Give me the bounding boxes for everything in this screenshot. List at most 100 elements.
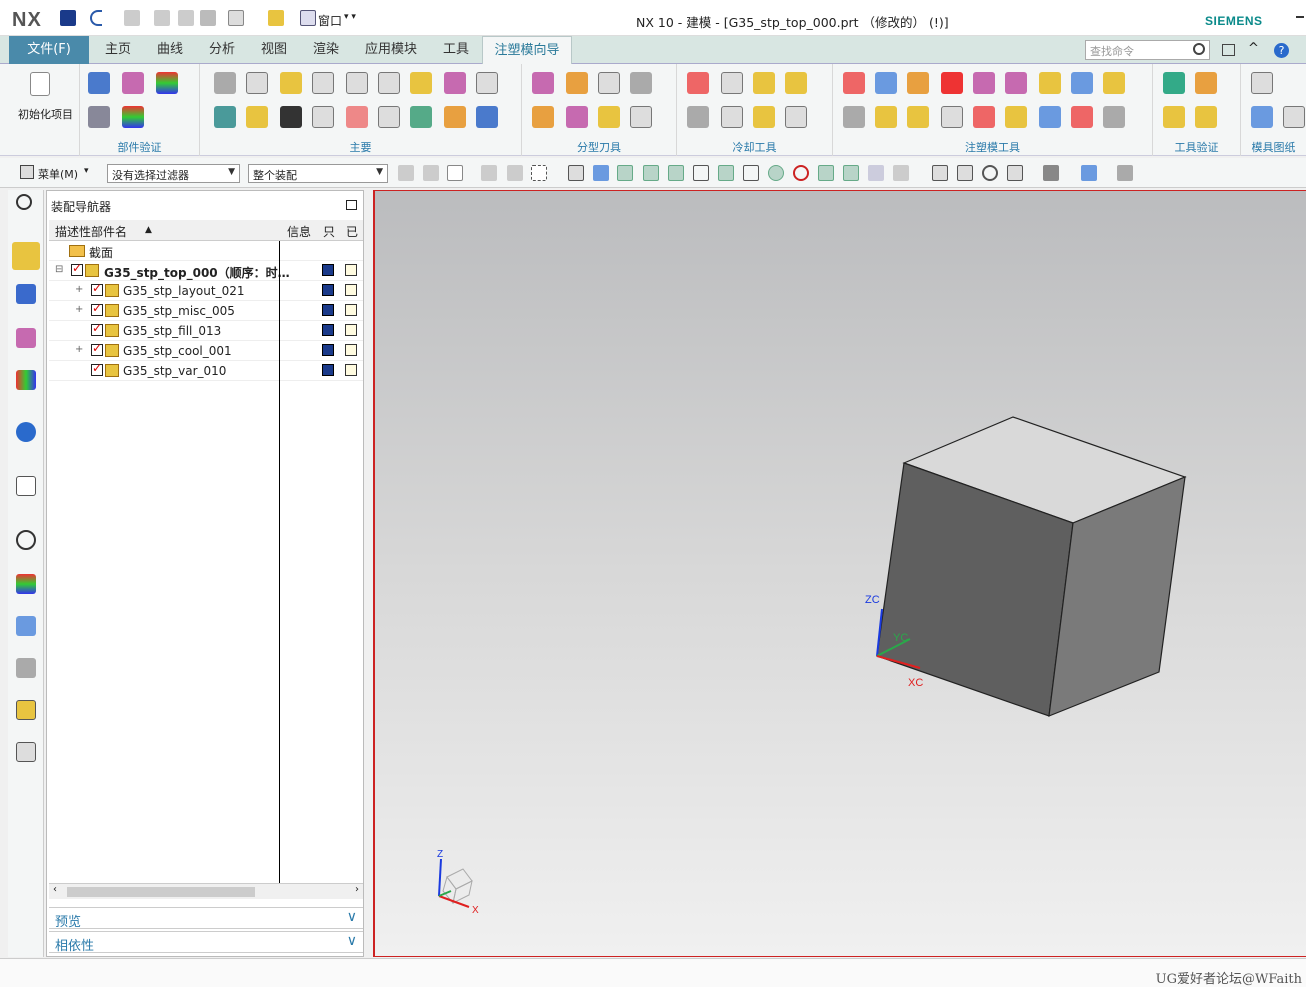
scroll-right-icon[interactable]: › — [355, 884, 359, 895]
init-project-label[interactable]: 初始化项目 — [18, 106, 73, 122]
help-icon[interactable]: ? — [1274, 43, 1289, 58]
tab-tools[interactable]: 工具 — [434, 36, 478, 64]
type-filter-select[interactable]: 没有选择过滤器 ▼ — [107, 164, 240, 183]
sheet-patch-icon[interactable] — [941, 72, 963, 94]
preview-section[interactable]: 预览 ∨ — [49, 907, 363, 930]
menu-button[interactable]: 菜单(M) — [38, 166, 78, 182]
part-validate-icon[interactable] — [88, 72, 110, 94]
slider-lifter-icon[interactable] — [214, 106, 236, 128]
tool-validate-icon[interactable] — [1195, 106, 1217, 128]
quadrant-point-icon[interactable] — [793, 165, 809, 181]
graphics-viewport[interactable]: ZC YC XC Z X — [373, 190, 1306, 957]
snap-enable-icon[interactable] — [617, 165, 633, 181]
history-icon[interactable] — [16, 530, 36, 550]
seal-holes-icon[interactable] — [973, 106, 995, 128]
component-drawing-icon[interactable] — [1251, 106, 1273, 128]
process-studio-icon[interactable] — [16, 616, 36, 636]
rectangle-select-icon[interactable] — [531, 165, 547, 181]
deselect-icon[interactable] — [481, 165, 497, 181]
interference-check-icon[interactable] — [1195, 72, 1217, 94]
surface-check-icon[interactable] — [122, 72, 144, 94]
column-info[interactable]: 信息 — [287, 223, 311, 240]
standard-parts-icon[interactable] — [410, 72, 432, 94]
column-modified[interactable]: 已 — [346, 223, 358, 240]
family-mold-icon[interactable] — [346, 72, 368, 94]
minimize-icon[interactable] — [1296, 16, 1304, 18]
menu-icon[interactable] — [20, 165, 34, 179]
tree-row[interactable]: + G35_stp_layout_021 — [49, 281, 363, 301]
extend-channel-icon[interactable] — [785, 72, 807, 94]
ejector-post-icon[interactable] — [476, 72, 498, 94]
mold-design-validation-icon[interactable] — [156, 72, 178, 94]
curve-surface-patch-icon[interactable] — [566, 72, 588, 94]
tree-row-top[interactable]: ⊟ G35_stp_top_000（顺序：时… — [49, 261, 363, 281]
chevron-down-icon[interactable]: ∨ — [347, 909, 357, 925]
repeat-command-icon[interactable] — [228, 10, 244, 26]
chevron-down-icon[interactable]: ∨ — [347, 933, 357, 949]
window-menu-arrow[interactable]: ▾ ▾ — [344, 12, 356, 22]
assembly-drawing-icon[interactable] — [1251, 72, 1273, 94]
restore-ribbon-icon[interactable] — [1222, 44, 1235, 56]
select-solid-icon[interactable] — [593, 165, 609, 181]
solid-patch-icon[interactable] — [907, 72, 929, 94]
tab-analysis[interactable]: 分析 — [200, 36, 244, 64]
tab-home[interactable]: 主页 — [96, 36, 140, 64]
search-icon[interactable] — [1193, 43, 1205, 55]
paste-icon[interactable] — [200, 10, 216, 26]
workpiece-icon[interactable] — [280, 72, 302, 94]
parting-line-icon[interactable] — [598, 72, 620, 94]
mold-bottom-icon[interactable] — [1005, 106, 1027, 128]
tab-file[interactable]: 文件(F) — [9, 36, 89, 64]
menu-arrow[interactable]: ▾ — [84, 166, 89, 176]
draft-analysis-icon[interactable] — [122, 106, 144, 128]
cooling-circuit-icon[interactable] — [785, 106, 807, 128]
shrinkage-icon[interactable] — [246, 72, 268, 94]
redo-icon[interactable] — [124, 10, 140, 26]
mold-base-icon[interactable] — [378, 72, 400, 94]
window-menu[interactable]: 窗口 — [318, 12, 342, 29]
expand-icon[interactable]: + — [75, 344, 83, 355]
copy-icon[interactable] — [178, 10, 194, 26]
selection-intent-icon[interactable] — [423, 165, 439, 181]
layer-settings-icon[interactable] — [1117, 165, 1133, 181]
wave-geometry-icon[interactable] — [1071, 106, 1093, 128]
cooling-standard-part-icon[interactable] — [753, 72, 775, 94]
mold-check-icon[interactable] — [1163, 72, 1185, 94]
visibility-checkbox[interactable] — [91, 301, 103, 316]
orient-view-icon[interactable] — [1007, 165, 1023, 181]
visibility-checkbox[interactable] — [91, 321, 103, 336]
create-box-icon[interactable] — [843, 72, 865, 94]
pocket-icon[interactable] — [444, 106, 466, 128]
wear-plate-icon[interactable] — [907, 106, 929, 128]
visibility-checkbox[interactable] — [91, 281, 103, 296]
gate-library-icon[interactable] — [280, 106, 302, 128]
touch-mode-icon[interactable] — [268, 10, 284, 26]
intersection-icon[interactable] — [718, 165, 734, 181]
web-browser-icon[interactable] — [16, 476, 36, 496]
collapse-icon[interactable]: ⊟ — [55, 264, 63, 275]
mold-csys-icon[interactable] — [214, 72, 236, 94]
extend-surface-icon[interactable] — [1039, 72, 1061, 94]
tab-render[interactable]: 渲染 — [304, 36, 348, 64]
expand-icon[interactable]: + — [75, 304, 83, 315]
define-cavity-core-icon[interactable] — [598, 106, 620, 128]
electrode-icon[interactable] — [346, 106, 368, 128]
visibility-checkbox[interactable] — [91, 341, 103, 356]
replace-solid-icon[interactable] — [843, 106, 865, 128]
tree-row[interactable]: G35_stp_var_010 — [49, 361, 363, 381]
system-materials-icon[interactable] — [16, 574, 36, 594]
cavity-merge-icon[interactable] — [1039, 106, 1061, 128]
tree-row[interactable]: + G35_stp_cool_001 — [49, 341, 363, 361]
cooling-channel-icon[interactable] — [721, 72, 743, 94]
reference-blend-icon[interactable] — [875, 106, 897, 128]
tab-mold-wizard[interactable]: 注塑模向导 — [482, 36, 572, 65]
extend-sheet-icon[interactable] — [1005, 72, 1027, 94]
end-point-icon[interactable] — [643, 165, 659, 181]
window-icon[interactable] — [300, 10, 316, 26]
motion-sim-icon[interactable] — [1163, 106, 1185, 128]
save-icon[interactable] — [60, 10, 76, 26]
layout-icon[interactable] — [312, 72, 334, 94]
collapse-ribbon-icon[interactable]: ^ — [1248, 41, 1259, 56]
assembly-navigator-icon[interactable] — [12, 242, 40, 270]
tab-view[interactable]: 视图 — [252, 36, 296, 64]
